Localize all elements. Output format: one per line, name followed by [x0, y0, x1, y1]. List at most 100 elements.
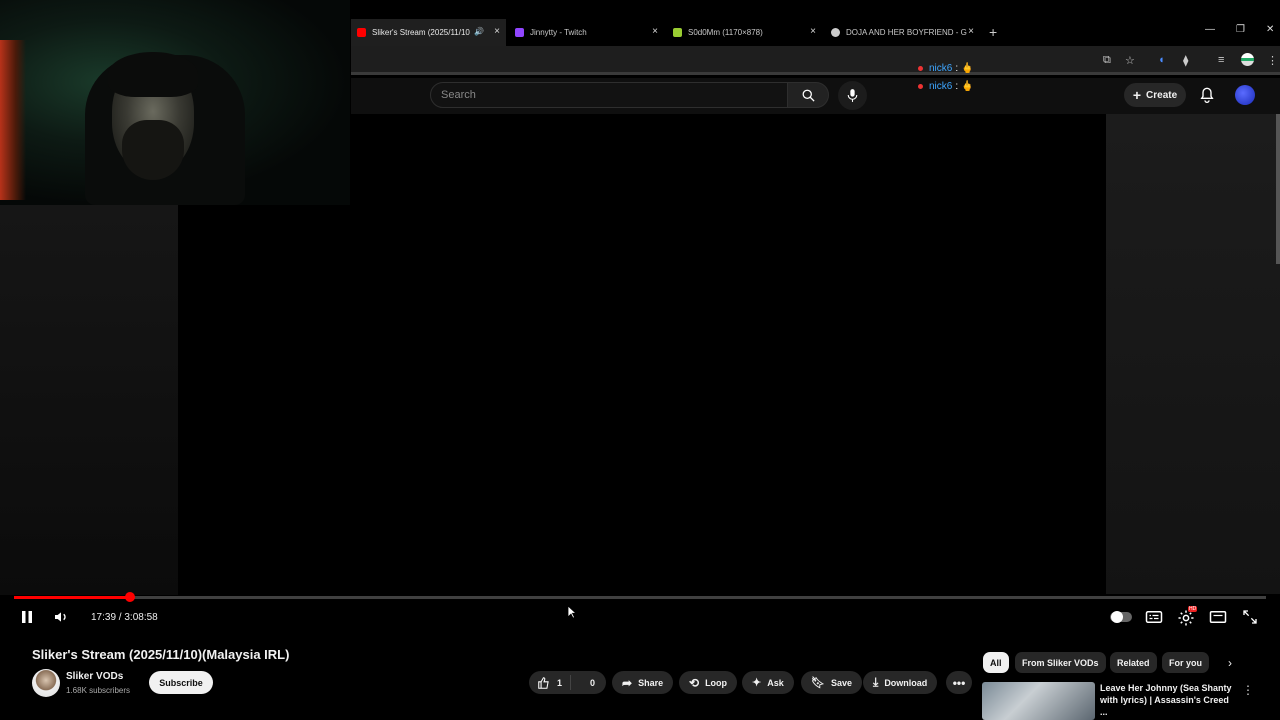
tab-title: Jinnytty - Twitch [530, 28, 587, 37]
extensions-puzzle-icon[interactable]: ⧫ [1183, 54, 1188, 67]
share-icon: ➦ [622, 675, 633, 690]
autoplay-toggle[interactable] [1110, 611, 1132, 623]
related-video-thumbnail[interactable] [982, 682, 1095, 720]
ask-button[interactable]: ✦ Ask [742, 671, 794, 694]
progress-bar[interactable] [14, 592, 1266, 602]
close-tab-icon[interactable]: × [652, 27, 658, 37]
tab-title: Sliker's Stream (2025/11/10 [372, 28, 470, 37]
download-button[interactable]: ⤓ Download [863, 671, 938, 694]
close-tab-icon[interactable]: × [968, 27, 974, 37]
like-button[interactable]: 1 [529, 675, 571, 690]
browser-tab[interactable]: Jinnytty - Twitch × [509, 19, 664, 46]
dislike-count: 0 [590, 677, 596, 688]
extension-icon[interactable]: ◖ [1158, 54, 1165, 66]
chat-message: nick6: 🖕 [918, 63, 974, 74]
like-dislike-group: 1 0 [529, 671, 606, 694]
save-button[interactable]: 🔖︎ Save [801, 671, 862, 694]
chip-related[interactable]: Related [1110, 652, 1157, 673]
tab-title: DOJA AND HER BOYFRIEND - G [846, 28, 967, 37]
captions-icon [1145, 611, 1163, 623]
channel-name[interactable]: Sliker VODs [66, 671, 123, 682]
autoplay-track [1110, 611, 1132, 623]
chevron-right-icon[interactable]: › [1228, 656, 1232, 670]
google-favicon-icon [831, 28, 840, 37]
notifications-button[interactable] [1199, 86, 1215, 104]
related-video-title[interactable]: Leave Her Johnny (Sea Shanty with lyrics… [1100, 682, 1235, 718]
sparkle-icon: ✦ [752, 677, 762, 689]
mouse-cursor-icon [567, 605, 577, 619]
browser-tab[interactable]: DOJA AND HER BOYFRIEND - G × [825, 19, 980, 46]
volume-button[interactable] [53, 609, 69, 625]
channel-avatar[interactable] [32, 669, 60, 697]
tab-title: S0d0Mm (1170×878) [688, 28, 763, 37]
chip-all[interactable]: All [983, 652, 1009, 673]
time-display: 17:39 / 3:08:58 [91, 612, 158, 623]
subscriber-count: 1.68K subscribers [66, 686, 131, 695]
close-window-icon[interactable]: ✕ [1266, 24, 1274, 35]
progress-scrubber[interactable] [125, 592, 136, 602]
download-icon: ⤓ [873, 675, 879, 689]
search-button[interactable] [787, 82, 829, 108]
volume-icon [55, 612, 66, 622]
search-input[interactable]: Search [430, 82, 788, 108]
browser-tab-bar: Sliker's Stream (2025/11/10 🔊 × Jinnytty… [351, 19, 1280, 46]
chat-badge-icon [918, 84, 923, 89]
chat-badge-icon [918, 66, 923, 71]
close-tab-icon[interactable]: × [494, 27, 500, 37]
chat-user: nick6 [929, 81, 953, 92]
image-favicon-icon [673, 28, 682, 37]
subscribe-button[interactable]: Subscribe [149, 671, 213, 694]
settings-button[interactable]: HD [1177, 606, 1198, 627]
webcam-overlay [0, 0, 350, 205]
pause-button[interactable] [20, 609, 34, 625]
autoplay-pause-icon [1111, 611, 1123, 623]
more-vertical-icon[interactable]: ⋮ [1242, 683, 1254, 697]
loop-label: Loop [705, 677, 728, 688]
fullscreen-icon [1243, 610, 1257, 624]
create-button[interactable]: + Create [1124, 83, 1186, 107]
save-label: Save [830, 677, 852, 688]
dislike-button[interactable]: 0 [577, 678, 595, 688]
browser-menu-icon[interactable]: ⋮ [1267, 54, 1278, 67]
twitch-favicon-icon [515, 28, 524, 37]
chat-separator: : [955, 81, 959, 92]
loop-button[interactable]: ⟲ Loop [679, 671, 738, 694]
voice-search-button[interactable] [838, 81, 867, 110]
share-label: Share [638, 677, 664, 688]
video-title: Sliker's Stream (2025/11/10)(Malaysia IR… [32, 647, 290, 662]
close-tab-icon[interactable]: × [810, 27, 816, 37]
new-tab-button[interactable]: + [989, 24, 997, 40]
page-scrollbar[interactable] [1276, 114, 1280, 264]
profile-avatar-icon[interactable] [1241, 53, 1254, 66]
bookmark-star-icon[interactable]: ☆ [1125, 54, 1135, 67]
restore-window-icon[interactable]: ❐ [1236, 24, 1245, 35]
microphone-icon [847, 89, 858, 102]
more-horizontal-icon: ••• [952, 675, 966, 690]
chat-separator: : [955, 63, 959, 74]
thumbs-up-icon [538, 676, 549, 689]
chat-message: nick6: 🖕 [918, 81, 974, 92]
theater-mode-button[interactable] [1209, 609, 1227, 625]
bell-icon [1200, 87, 1214, 103]
chip-from-channel[interactable]: From Sliker VODs [1015, 652, 1106, 673]
progress-played [14, 596, 131, 599]
webcam-hair [108, 52, 198, 97]
plus-icon: + [1132, 87, 1142, 103]
fullscreen-button[interactable] [1242, 609, 1258, 625]
webcam-light [0, 40, 26, 200]
minimize-window-icon[interactable]: — [1205, 24, 1215, 35]
chip-for-you[interactable]: For you [1162, 652, 1209, 673]
webcam-beard [122, 120, 184, 180]
browser-tab[interactable]: S0d0Mm (1170×878) × [667, 19, 822, 46]
media-control-icon[interactable]: ≡ [1218, 54, 1224, 66]
install-app-icon[interactable]: ⧉ [1103, 54, 1111, 67]
share-button[interactable]: ➦ Share [612, 671, 674, 694]
account-avatar[interactable] [1235, 85, 1255, 105]
like-count: 1 [557, 677, 563, 688]
browser-tab[interactable]: Sliker's Stream (2025/11/10 🔊 × [351, 19, 506, 46]
search-icon [802, 89, 815, 102]
browser-toolbar [351, 46, 1280, 75]
more-actions-button[interactable]: ••• [946, 671, 972, 694]
captions-button[interactable] [1145, 609, 1163, 625]
chat-text: 🖕 [961, 63, 974, 74]
